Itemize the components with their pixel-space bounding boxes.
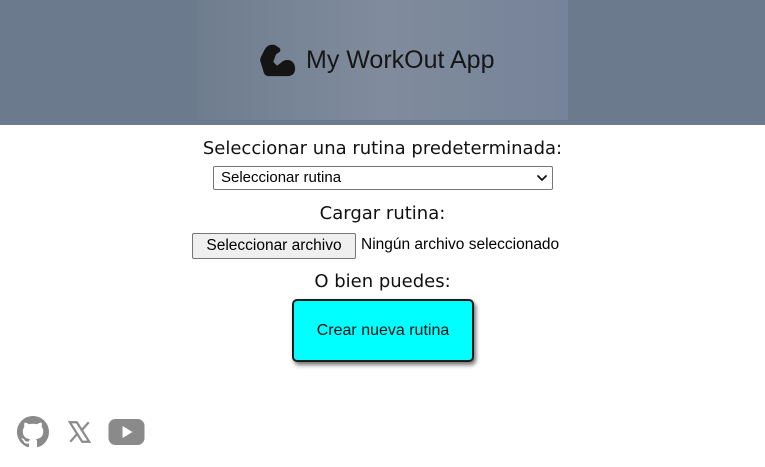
- routine-select[interactable]: Seleccionar rutina: [213, 166, 553, 190]
- github-icon[interactable]: [17, 416, 49, 448]
- youtube-icon[interactable]: [108, 419, 145, 445]
- chevron-down-icon: [537, 175, 547, 181]
- or-label: O bien puedes:: [314, 271, 451, 292]
- create-routine-button[interactable]: Crear nueva rutina: [292, 299, 474, 362]
- file-status-text: Ningún archivo seleccionado: [361, 236, 560, 253]
- x-icon[interactable]: [66, 419, 93, 445]
- upload-routine-label: Cargar rutina:: [319, 203, 446, 224]
- app-title: My WorkOut App: [306, 46, 495, 74]
- flexed-bicep-icon: [260, 44, 296, 77]
- choose-file-button[interactable]: Seleccionar archivo: [192, 233, 356, 259]
- select-routine-label: Seleccionar una rutina predeterminada:: [202, 138, 563, 159]
- routine-select-value: Seleccionar rutina: [221, 169, 342, 186]
